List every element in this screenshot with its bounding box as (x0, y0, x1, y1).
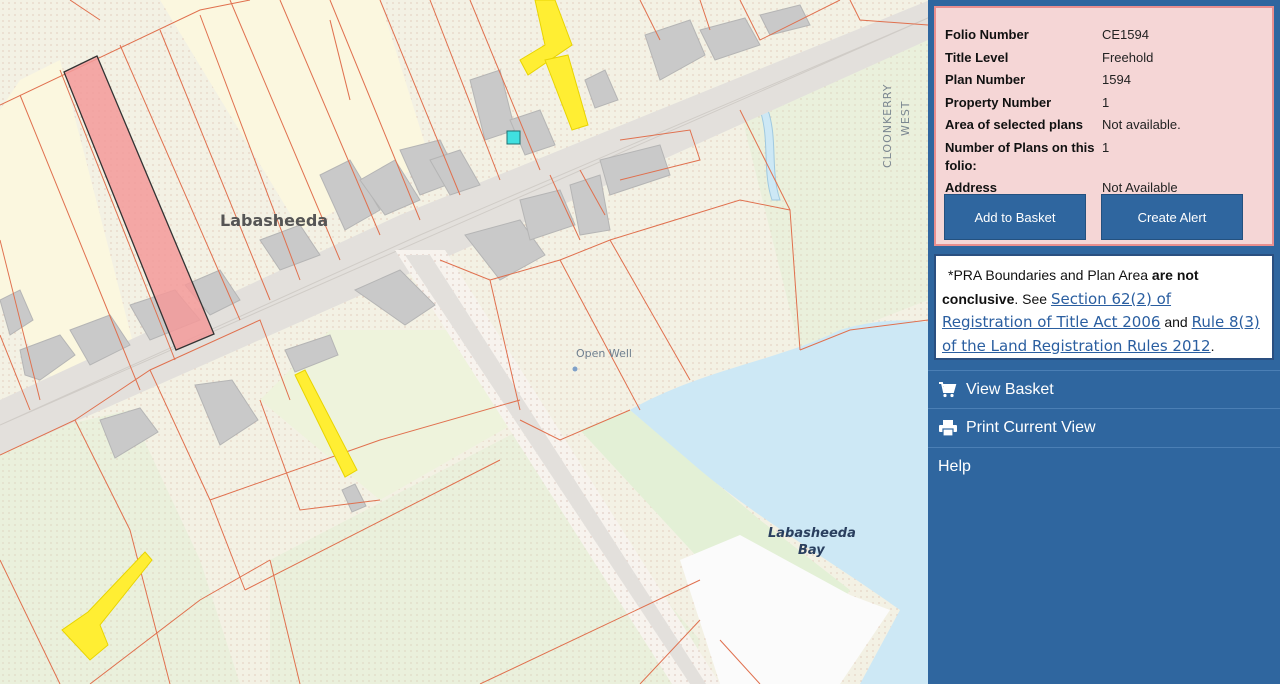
place-label: Labasheeda (220, 211, 328, 230)
plan-number-label: Plan Number (945, 72, 1026, 87)
road-label-line1: CLOONKERRY (881, 84, 894, 168)
road-label-line2: WEST (899, 100, 912, 136)
notice-and: and (1160, 314, 1192, 330)
bay-label-line2: Bay (798, 543, 825, 558)
area-label: Area of selected plans (945, 117, 1083, 132)
folio-number-value: CE1594 (1102, 27, 1149, 42)
add-to-basket-button[interactable]: Add to Basket (944, 194, 1086, 240)
create-alert-button[interactable]: Create Alert (1101, 194, 1243, 240)
plans-count-label: Number of Plans on this folio: (945, 140, 1095, 173)
location-marker[interactable] (506, 130, 521, 145)
well-point-icon (572, 366, 578, 372)
notice-see: . See (1014, 290, 1051, 307)
side-panel: Folio Number CE1594 Title Level Freehold… (928, 0, 1280, 684)
plan-number-value: 1594 (1102, 72, 1131, 87)
bay-label-line1: Labasheeda (768, 526, 856, 541)
folio-info-box: Folio Number CE1594 Title Level Freehold… (934, 6, 1274, 246)
property-number-label: Property Number (945, 95, 1052, 110)
property-number-value: 1 (1102, 95, 1110, 110)
folio-number-label: Folio Number (945, 27, 1029, 42)
map-view[interactable]: Labasheeda Open Well Labasheeda Bay CLOO… (0, 0, 928, 684)
print-view-label: Print Current View (966, 418, 1096, 436)
disclaimer-notice: *PRA Boundaries and Plan Area are not co… (934, 254, 1274, 360)
view-basket-menu-item[interactable]: View Basket (928, 370, 1280, 408)
plans-count-value: 1 (1102, 140, 1110, 155)
printer-icon (938, 419, 958, 436)
notice-end: . (1210, 337, 1215, 354)
area-value: Not available. (1102, 117, 1181, 132)
help-label: Help (938, 457, 971, 475)
title-level-value: Freehold (1102, 50, 1154, 65)
feature-label: Open Well (576, 347, 632, 360)
map-canvas[interactable]: Labasheeda Open Well Labasheeda Bay CLOO… (0, 0, 928, 684)
print-view-menu-item[interactable]: Print Current View (928, 408, 1280, 446)
title-level-label: Title Level (945, 50, 1009, 65)
cart-icon (938, 381, 958, 398)
notice-prefix: *PRA Boundaries and Plan Area (948, 267, 1152, 283)
view-basket-label: View Basket (966, 380, 1054, 398)
help-menu-item[interactable]: Help (928, 447, 1280, 485)
